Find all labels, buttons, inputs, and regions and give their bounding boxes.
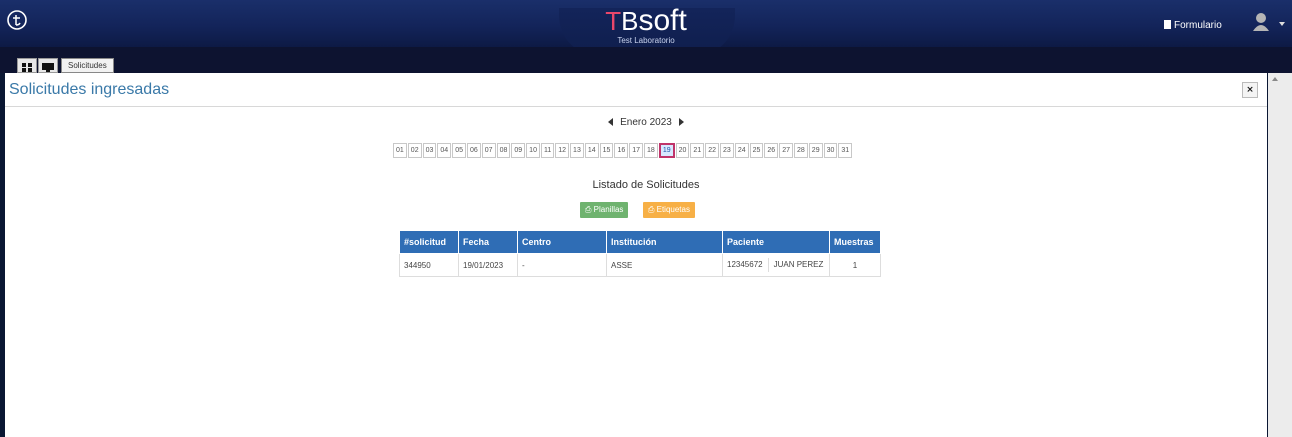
day-29[interactable]: 29 <box>808 143 823 158</box>
prev-month-icon[interactable] <box>608 118 614 126</box>
brand-subtitle: Test Laboratorio <box>617 36 675 45</box>
day-28[interactable]: 28 <box>794 143 808 158</box>
cell-fecha: 19/01/2023 <box>458 253 518 277</box>
day-13[interactable]: 13 <box>570 143 584 158</box>
month-selector: Enero 2023 <box>0 117 1292 128</box>
day-09[interactable]: 09 <box>511 143 526 158</box>
brand-logo: TBsoft <box>0 4 1292 37</box>
day-19[interactable]: 19 <box>658 143 675 158</box>
day-02[interactable]: 02 <box>407 143 422 158</box>
cell-solicitud: 344950 <box>399 253 459 277</box>
planillas-label: Planillas <box>593 205 624 214</box>
day-10[interactable]: 10 <box>526 143 540 158</box>
table-header-row: #solicitud Fecha Centro Institución Paci… <box>399 230 881 254</box>
document-icon <box>1164 20 1171 29</box>
etiquetas-button[interactable]: ⎙ Etiquetas <box>643 202 695 218</box>
day-17[interactable]: 17 <box>629 143 644 158</box>
day-22[interactable]: 22 <box>705 143 720 158</box>
day-11[interactable]: 11 <box>540 143 555 158</box>
day-14[interactable]: 14 <box>584 143 599 158</box>
day-31[interactable]: 31 <box>838 143 853 158</box>
col-muestras[interactable]: Muestras <box>829 230 881 254</box>
day-07[interactable]: 07 <box>481 143 496 158</box>
printer-icon: ⎙ <box>585 205 594 214</box>
month-label: Enero 2023 <box>620 117 672 128</box>
etiquetas-label: Etiquetas <box>656 205 690 214</box>
cell-institucion: ASSE <box>606 253 723 277</box>
day-01[interactable]: 01 <box>393 143 407 158</box>
scroll-up-icon[interactable] <box>1272 77 1278 81</box>
panel-header: Solicitudes ingresadas × <box>5 73 1267 107</box>
day-23[interactable]: 23 <box>720 143 734 158</box>
tab-strip <box>0 47 1292 73</box>
day-06[interactable]: 06 <box>466 143 481 158</box>
printer-icon: ⎙ <box>648 205 657 214</box>
day-24[interactable]: 24 <box>734 143 749 158</box>
formulario-link[interactable]: Formulario <box>1164 20 1222 31</box>
day-selector: 01 02 03 04 05 06 07 08 09 10 11 12 13 14 15 16 17 18 19 20… <box>393 143 853 158</box>
day-15[interactable]: 15 <box>599 143 614 158</box>
col-solicitud[interactable]: #solicitud <box>399 230 459 254</box>
brand-letter-b: B <box>621 6 639 36</box>
day-16[interactable]: 16 <box>614 143 629 158</box>
day-05[interactable]: 05 <box>452 143 466 158</box>
paciente-nombre: JUAN PEREZ <box>773 260 824 270</box>
table-row[interactable]: 344950 19/01/2023 - ASSE 12345672 JUAN PE… <box>399 253 881 277</box>
cell-centro: - <box>517 253 607 277</box>
brand-letter-t: T <box>605 6 622 36</box>
paciente-id: 12345672 <box>727 260 763 270</box>
day-18[interactable]: 18 <box>644 143 658 158</box>
day-08[interactable]: 08 <box>496 143 511 158</box>
user-menu-caret-icon[interactable] <box>1279 22 1285 26</box>
day-27[interactable]: 27 <box>779 143 793 158</box>
top-navbar: TBsoft Test Laboratorio Formulario <box>0 0 1292 56</box>
day-25[interactable]: 25 <box>749 143 764 158</box>
col-paciente[interactable]: Paciente <box>722 230 830 254</box>
close-button[interactable]: × <box>1242 82 1258 98</box>
day-12[interactable]: 12 <box>555 143 570 158</box>
day-20[interactable]: 20 <box>675 143 690 158</box>
day-04[interactable]: 04 <box>437 143 452 158</box>
brand-soft: soft <box>638 4 687 37</box>
monitor-view-button[interactable] <box>38 58 58 73</box>
day-30[interactable]: 30 <box>823 143 838 158</box>
col-institucion[interactable]: Institución <box>606 230 723 254</box>
listado-title: Listado de Solicitudes <box>592 179 700 191</box>
col-centro[interactable]: Centro <box>517 230 607 254</box>
day-26[interactable]: 26 <box>764 143 779 158</box>
day-03[interactable]: 03 <box>422 143 437 158</box>
cell-paciente: 12345672 JUAN PEREZ <box>722 253 830 277</box>
planillas-button[interactable]: ⎙ Planillas <box>580 202 629 218</box>
page-title: Solicitudes ingresadas <box>9 81 170 98</box>
cell-muestras: 1 <box>829 253 881 277</box>
col-fecha[interactable]: Fecha <box>458 230 518 254</box>
formulario-label: Formulario <box>1174 20 1222 31</box>
solicitudes-table: #solicitud Fecha Centro Institución Paci… <box>399 230 881 277</box>
user-avatar-icon[interactable] <box>1252 12 1270 32</box>
day-21[interactable]: 21 <box>690 143 705 158</box>
tab-solicitudes[interactable]: Solicitudes <box>61 58 114 73</box>
grid-view-button[interactable] <box>17 58 37 73</box>
next-month-icon[interactable] <box>678 118 684 126</box>
